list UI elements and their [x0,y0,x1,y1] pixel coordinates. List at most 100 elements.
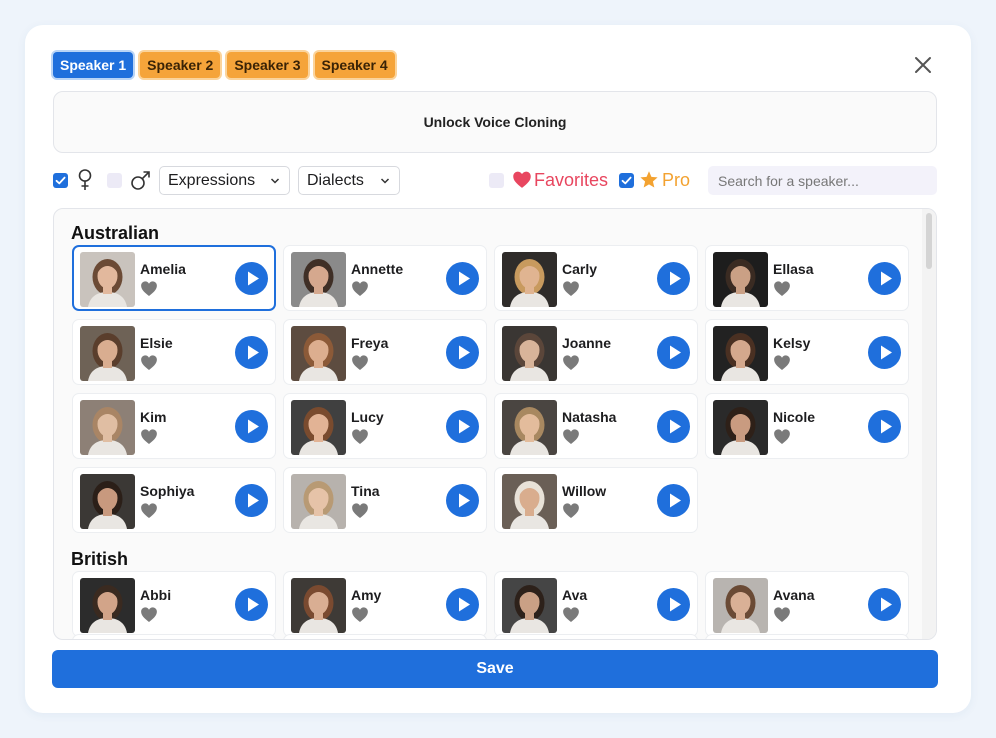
speaker-search-input[interactable] [708,166,937,195]
play-icon [248,419,259,434]
speaker-name: Amy [351,587,382,603]
speaker-card[interactable]: Ellasa [705,245,909,311]
chevron-down-icon [380,178,390,184]
speaker-card[interactable]: Tina [283,467,487,533]
favorite-heart-icon[interactable] [351,354,369,371]
speaker-card[interactable]: Sophiya [72,467,276,533]
play-sample-button[interactable] [868,262,901,295]
filter-bar: Expressions Dialects Favorites Pro [53,166,937,196]
play-sample-button[interactable] [235,484,268,517]
favorite-heart-icon[interactable] [562,606,580,623]
play-sample-button[interactable] [657,588,690,621]
dialects-label: Dialects [307,172,364,189]
speaker-card[interactable]: Abbi [72,571,276,637]
tab-speaker-2[interactable]: Speaker 2 [140,52,221,78]
play-sample-button[interactable] [868,588,901,621]
avatar [291,326,346,381]
play-sample-button[interactable] [446,588,479,621]
dialects-dropdown[interactable]: Dialects [298,166,400,195]
avatar [291,474,346,529]
favorite-heart-icon[interactable] [140,428,158,445]
speaker-card[interactable]: Joanne [494,319,698,385]
play-sample-button[interactable] [657,484,690,517]
speaker-name: Natasha [562,409,617,425]
play-sample-button[interactable] [657,410,690,443]
favorite-heart-icon[interactable] [140,280,158,297]
speaker-card-partial[interactable] [72,634,276,639]
speaker-name: Kim [140,409,167,425]
speaker-list[interactable]: Australian Amelia Annette Carly Ellasa E… [53,208,937,640]
speaker-name: Tina [351,483,380,499]
play-sample-button[interactable] [657,336,690,369]
play-sample-button[interactable] [657,262,690,295]
tab-speaker-1[interactable]: Speaker 1 [53,52,134,78]
favorite-heart-icon[interactable] [773,354,791,371]
speaker-card[interactable]: Amelia [72,245,276,311]
play-sample-button[interactable] [446,262,479,295]
play-icon [670,419,681,434]
favorites-filter-checkbox[interactable] [489,173,504,188]
favorite-heart-icon[interactable] [562,354,580,371]
save-button[interactable]: Save [52,650,938,688]
speaker-card-partial[interactable] [494,634,698,639]
favorite-heart-icon[interactable] [351,280,369,297]
favorite-heart-icon[interactable] [562,428,580,445]
favorite-heart-icon[interactable] [140,502,158,519]
speaker-card-partial[interactable] [705,634,909,639]
speaker-card[interactable]: Avana [705,571,909,637]
play-sample-button[interactable] [235,410,268,443]
close-button[interactable] [911,53,935,77]
avatar [713,578,768,633]
speaker-card[interactable]: Kim [72,393,276,459]
favorite-heart-icon[interactable] [562,280,580,297]
speaker-card[interactable]: Amy [283,571,487,637]
favorite-heart-icon[interactable] [351,606,369,623]
unlock-voice-cloning-button[interactable]: Unlock Voice Cloning [53,91,937,153]
play-icon [459,345,470,360]
expressions-dropdown[interactable]: Expressions [159,166,290,195]
favorite-heart-icon[interactable] [773,428,791,445]
play-sample-button[interactable] [235,588,268,621]
speaker-name: Carly [562,261,598,277]
favorite-heart-icon[interactable] [773,280,791,297]
play-sample-button[interactable] [868,410,901,443]
play-sample-button[interactable] [446,484,479,517]
favorite-heart-icon[interactable] [351,428,369,445]
tab-speaker-3[interactable]: Speaker 3 [227,52,308,78]
play-sample-button[interactable] [235,336,268,369]
speaker-card[interactable]: Lucy [283,393,487,459]
play-icon [881,419,892,434]
pro-filter-checkbox[interactable] [619,173,634,188]
play-sample-button[interactable] [868,336,901,369]
avatar [502,578,557,633]
favorite-heart-icon[interactable] [140,606,158,623]
avatar [80,400,135,455]
speaker-card[interactable]: Natasha [494,393,698,459]
speaker-card[interactable]: Willow [494,467,698,533]
play-sample-button[interactable] [446,336,479,369]
tab-speaker-4[interactable]: Speaker 4 [314,52,395,78]
pro-label: Pro [662,170,691,190]
scrollbar-thumb[interactable] [926,213,932,269]
speaker-card[interactable]: Kelsy [705,319,909,385]
speaker-card[interactable]: Elsie [72,319,276,385]
speaker-card[interactable]: Ava [494,571,698,637]
expressions-label: Expressions [168,172,256,189]
scrollbar-track[interactable] [922,209,936,639]
speaker-card[interactable]: Nicole [705,393,909,459]
favorite-heart-icon[interactable] [773,606,791,623]
favorite-heart-icon[interactable] [562,502,580,519]
favorite-heart-icon[interactable] [351,502,369,519]
speaker-card[interactable]: Annette [283,245,487,311]
speaker-card-partial[interactable] [283,634,487,639]
play-sample-button[interactable] [235,262,268,295]
speaker-name: Ava [562,587,588,603]
female-filter-checkbox[interactable] [53,173,68,188]
play-icon [670,345,681,360]
play-sample-button[interactable] [446,410,479,443]
speaker-card[interactable]: Carly [494,245,698,311]
male-filter-checkbox[interactable] [107,173,122,188]
speaker-card[interactable]: Freya [283,319,487,385]
favorite-heart-icon[interactable] [140,354,158,371]
speaker-name: Joanne [562,335,612,351]
